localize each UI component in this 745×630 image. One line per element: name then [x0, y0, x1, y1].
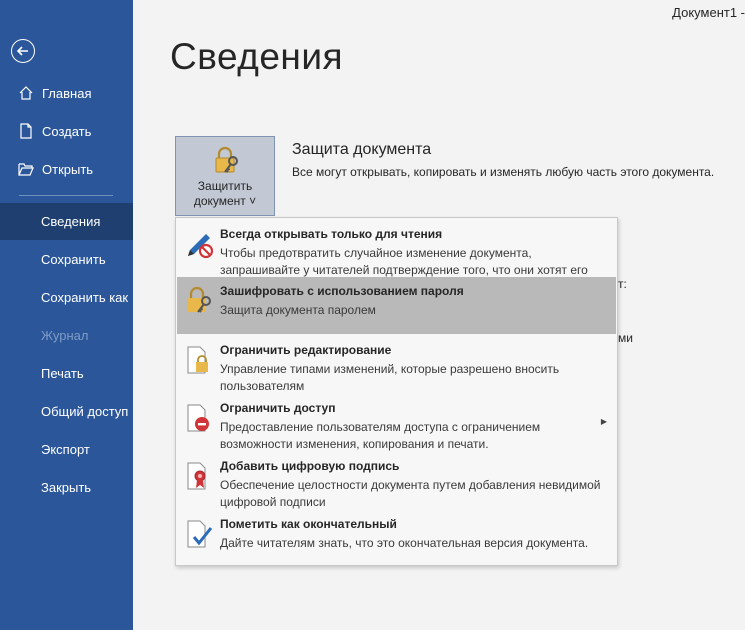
- folder-open-icon: [18, 163, 34, 176]
- sidebar-item-new[interactable]: Создать: [0, 113, 133, 150]
- document-restrict-icon: [187, 404, 209, 432]
- document-lock-icon: [187, 346, 208, 374]
- menu-item-title: Ограничить доступ: [220, 401, 336, 415]
- sidebar-item-label: Журнал: [41, 328, 89, 343]
- new-document-icon: [20, 123, 32, 139]
- menu-item-desc: Защита документа паролем: [220, 303, 376, 317]
- protect-button-line2: документ ˅: [193, 194, 257, 208]
- menu-item-title: Добавить цифровую подпись: [220, 459, 400, 473]
- menu-item-desc: Дайте читателям знать, что это окончател…: [220, 536, 589, 550]
- document-ribbon-icon: [187, 462, 206, 490]
- sidebar-item-save-as[interactable]: Сохранить как: [0, 279, 133, 316]
- protect-section-title: Защита документа: [292, 141, 432, 158]
- protect-section-desc: Все могут открывать, копировать и изменя…: [292, 165, 715, 179]
- document-title: Документ1 -: [672, 5, 745, 20]
- sidebar-item-share[interactable]: Общий доступ: [0, 393, 133, 430]
- sidebar-item-close[interactable]: Закрыть: [0, 469, 133, 506]
- protect-document-button[interactable]: Защитить документ ˅: [175, 136, 275, 216]
- sidebar-item-label: Сохранить как: [41, 290, 129, 305]
- menu-item-desc: Обеспечение целостности документа путем …: [220, 478, 601, 509]
- menu-item-title: Всегда открывать только для чтения: [220, 227, 443, 241]
- sidebar-item-label: Закрыть: [41, 480, 92, 495]
- protect-button-line1: Защитить: [197, 179, 253, 193]
- submenu-arrow-icon: ▶: [600, 417, 607, 426]
- sidebar-item-label: Сведения: [41, 214, 101, 229]
- menu-item-title: Зашифровать с использованием пароля: [220, 284, 464, 298]
- sidebar-item-print[interactable]: Печать: [0, 355, 133, 392]
- menu-item-encrypt-password[interactable]: Зашифровать с использованием пароля Защи…: [177, 277, 616, 334]
- document-check-icon: [187, 520, 213, 548]
- lock-key-icon: [215, 146, 238, 173]
- menu-item-restrict-access[interactable]: Ограничить доступ Предоставление пользов…: [177, 394, 616, 451]
- sidebar-item-label: Создать: [42, 124, 92, 139]
- sidebar-item-home[interactable]: Главная: [0, 75, 133, 112]
- sidebar-item-label: Главная: [42, 86, 92, 101]
- sidebar-item-label: Сохранить: [41, 252, 106, 267]
- menu-item-title: Пометить как окончательный: [220, 517, 397, 531]
- protect-button-label: Защитить документ ˅: [176, 179, 274, 209]
- menu-item-digital-signature[interactable]: Добавить цифровую подпись Обеспечение це…: [177, 452, 616, 509]
- pencil-forbid-icon: [188, 234, 214, 259]
- protect-document-menu: Всегда открывать только для чтения Чтобы…: [175, 217, 618, 566]
- back-arrow-icon[interactable]: [11, 39, 35, 63]
- menu-item-desc: Управление типами изменений, которые раз…: [220, 362, 560, 393]
- sidebar-item-label: Печать: [41, 366, 84, 381]
- menu-item-desc: Предоставление пользователям доступа с о…: [220, 420, 541, 451]
- page-title: Сведения: [170, 36, 344, 77]
- hidden-text-fragment: т:: [618, 277, 627, 291]
- hidden-text-fragment: ми: [618, 331, 633, 345]
- lock-key-icon: [188, 286, 211, 313]
- sidebar-item-save[interactable]: Сохранить: [0, 241, 133, 278]
- sidebar-item-label: Открыть: [42, 162, 94, 177]
- sidebar-item-info[interactable]: Сведения: [0, 203, 133, 240]
- home-icon: [19, 86, 33, 100]
- sidebar-divider: [19, 195, 113, 196]
- sidebar-item-export[interactable]: Экспорт: [0, 431, 133, 468]
- sidebar-item-history: Журнал: [0, 317, 133, 354]
- sidebar-item-open[interactable]: Открыть: [0, 151, 133, 188]
- menu-item-always-read-only[interactable]: Всегда открывать только для чтения Чтобы…: [177, 220, 616, 294]
- menu-item-restrict-editing[interactable]: Ограничить редактирование Управление тип…: [177, 336, 616, 393]
- backstage-sidebar: Главная Создать Открыть Сведения Сохрани…: [0, 0, 133, 630]
- menu-item-title: Ограничить редактирование: [220, 343, 392, 357]
- menu-item-mark-final[interactable]: Пометить как окончательный Дайте читател…: [177, 510, 616, 562]
- sidebar-item-label: Экспорт: [41, 442, 90, 457]
- sidebar-item-label: Общий доступ: [41, 404, 129, 419]
